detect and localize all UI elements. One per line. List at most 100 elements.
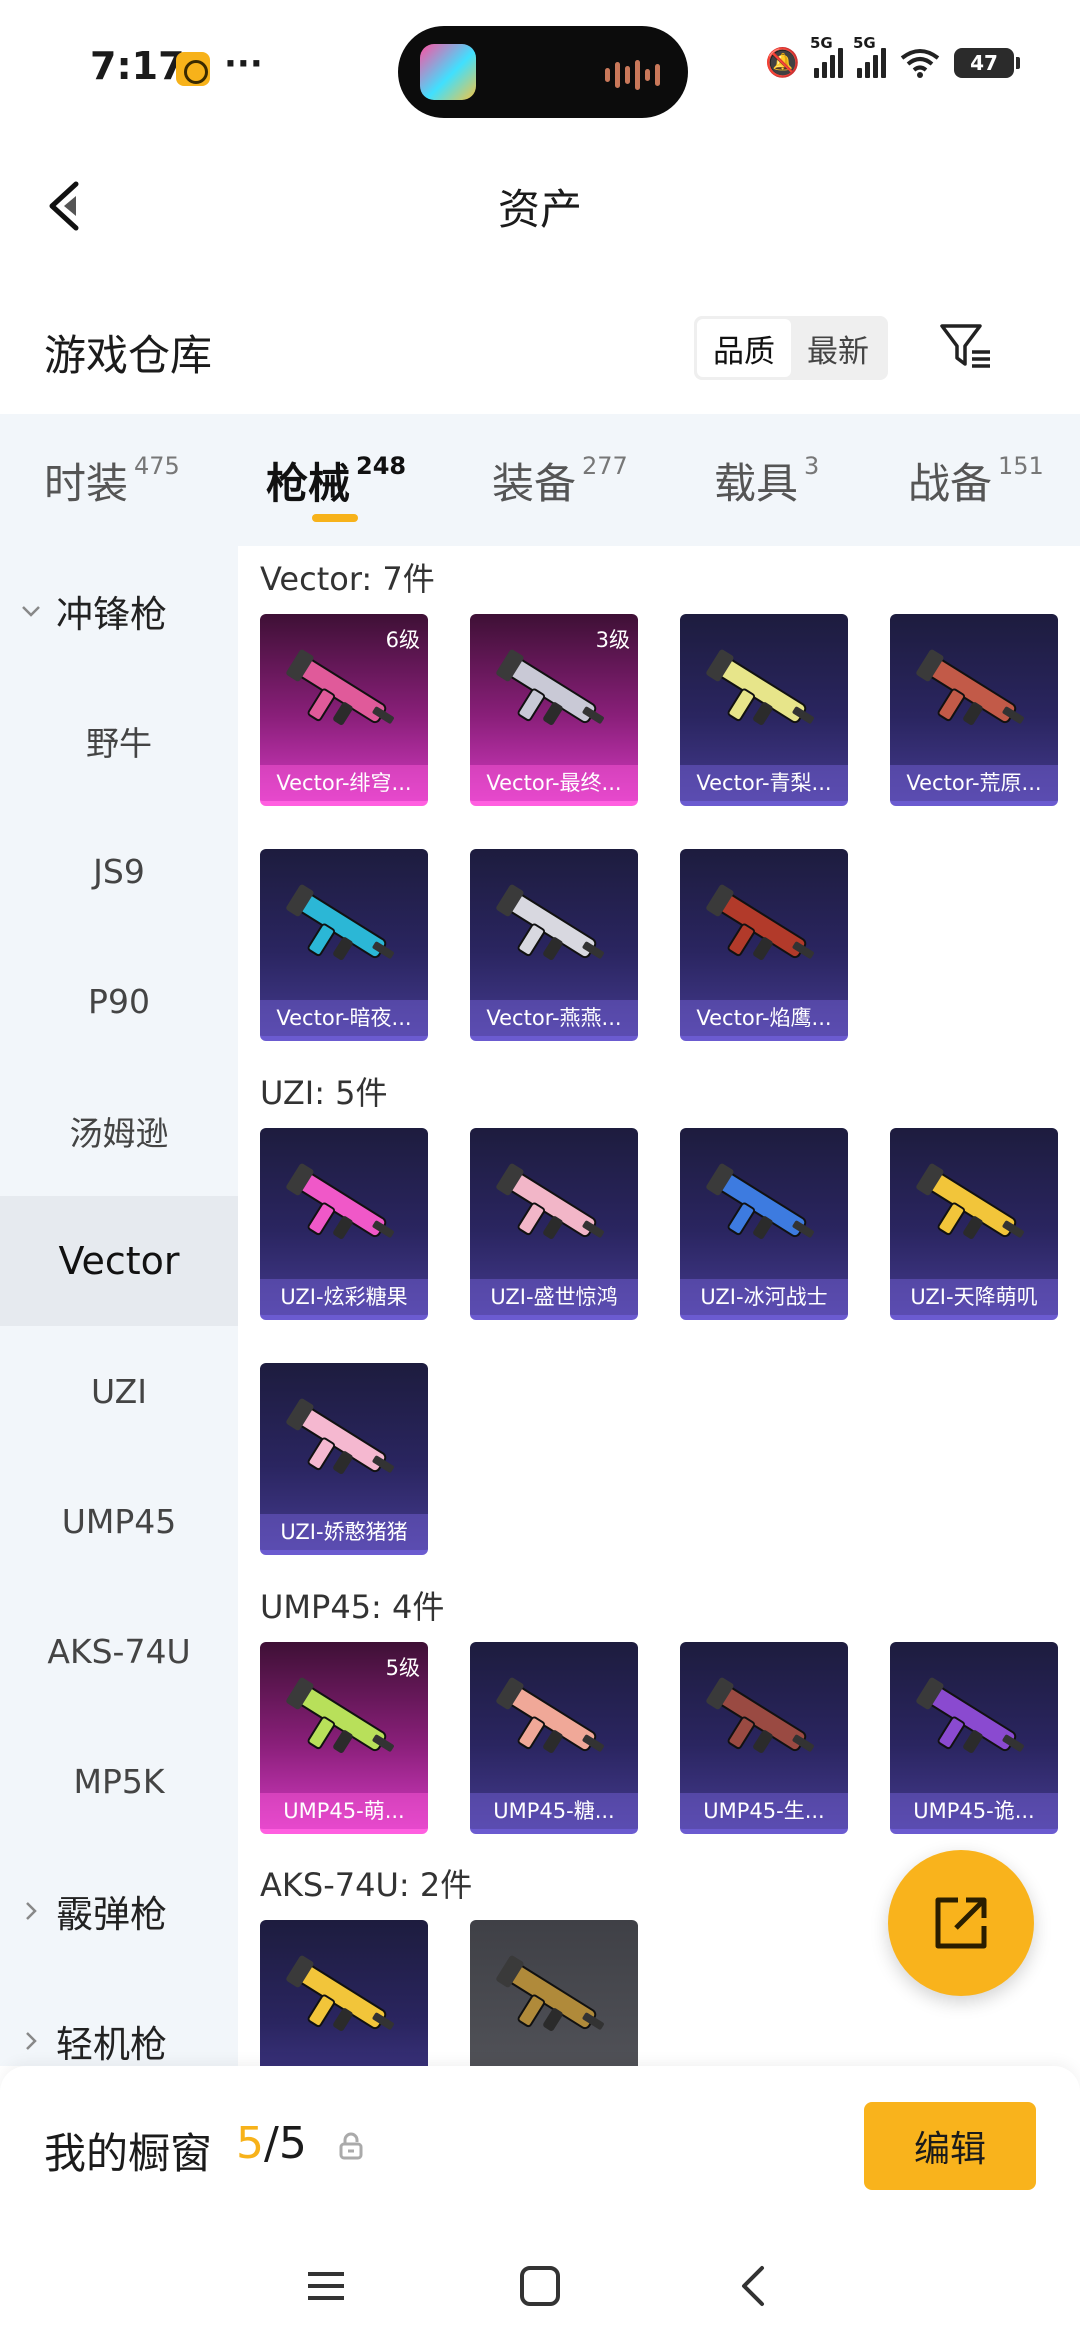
weapon-card[interactable]: 3级 Vector-最终... (470, 614, 638, 806)
gun-skin-icon (916, 1677, 1024, 1753)
system-nav-bar (0, 2226, 1080, 2347)
weapon-card[interactable]: UZI-盛世惊鸿 (470, 1128, 638, 1320)
sidebar-item-vector[interactable]: Vector (0, 1196, 238, 1326)
warehouse-header: 游戏仓库 品质 最新 (0, 310, 1080, 414)
tab-fashion[interactable]: 时装 475 (44, 450, 180, 511)
active-tab-indicator (312, 514, 358, 522)
sidebar-item-thompson[interactable]: 汤姆逊 (0, 1066, 238, 1196)
status-bar: 7:17 ··· 🔕 5G 5G 47 (0, 0, 1080, 140)
sidebar-item-js9[interactable]: JS9 (0, 806, 238, 936)
skin-level-badge: 3级 (595, 628, 630, 652)
gun-skin-icon (496, 1677, 604, 1753)
section-title-aks74u: AKS-74U: 2件 (260, 1866, 473, 1904)
menu-icon[interactable] (296, 2256, 356, 2316)
sort-toggle: 品质 最新 (694, 316, 888, 380)
weapon-card[interactable]: UMP45-生... (680, 1642, 848, 1834)
skin-name: UMP45-糖... (470, 1793, 638, 1829)
media-artwork-icon (420, 44, 476, 100)
gun-skin-icon (286, 649, 394, 725)
gun-skin-icon (286, 1955, 394, 2031)
weapon-card[interactable]: UZI-炫彩糖果 (260, 1128, 428, 1320)
skin-name: UMP45-萌... (260, 1793, 428, 1829)
weapon-grid: Vector: 7件 UZI: 5件 UMP45: 4件 AKS-74U: 2件… (238, 546, 1080, 2066)
sidebar-item-mp5k[interactable]: MP5K (0, 1716, 238, 1846)
gun-skin-icon (496, 649, 604, 725)
weapon-card[interactable]: Vector-青梨... (680, 614, 848, 806)
sort-option-latest[interactable]: 最新 (791, 319, 885, 377)
gun-skin-icon (286, 884, 394, 960)
gun-skin-icon (496, 884, 604, 960)
filter-icon[interactable] (938, 318, 994, 374)
signal-icon: 5G (810, 34, 843, 78)
skin-name: Vector-荒原... (890, 765, 1058, 801)
back-icon[interactable] (724, 2256, 784, 2316)
skin-name: Vector-燕燕... (470, 1000, 638, 1036)
tab-equipment[interactable]: 装备 277 (492, 450, 628, 511)
lock-icon (339, 2132, 363, 2160)
skin-name: Vector-最终... (470, 765, 638, 801)
audio-wave-icon (605, 60, 660, 90)
tab-vehicles[interactable]: 载具 3 (714, 450, 819, 511)
gun-skin-icon (286, 1163, 394, 1239)
mute-bell-icon: 🔕 (765, 46, 800, 79)
sidebar-group-smg[interactable]: 冲锋枪 (0, 546, 238, 676)
weapon-card[interactable]: 6级 Vector-绯穹... (260, 614, 428, 806)
notification-app-icon (176, 52, 210, 86)
weapon-card[interactable]: Vector-焰鹰... (680, 849, 848, 1041)
wifi-icon (900, 48, 940, 78)
weapon-card[interactable]: Vector-燕燕... (470, 849, 638, 1041)
gun-skin-icon (706, 1677, 814, 1753)
sidebar-item-p90[interactable]: P90 (0, 936, 238, 1066)
skin-name: Vector-暗夜... (260, 1000, 428, 1036)
external-link-icon (935, 1897, 987, 1949)
skin-level-badge: 6级 (385, 628, 420, 652)
tab-firearms[interactable]: 枪械 248 (266, 450, 406, 511)
status-time: 7:17 (90, 44, 185, 88)
skin-name: UZI-冰河战士 (680, 1279, 848, 1315)
showcase-label: 我的橱窗 (44, 2129, 213, 2178)
showcase-count: 5/5 (236, 2118, 307, 2169)
gun-skin-icon (706, 1163, 814, 1239)
weapon-card[interactable]: 5级 UMP45-萌... (260, 1642, 428, 1834)
skin-name: Vector-焰鹰... (680, 1000, 848, 1036)
weapon-card[interactable]: UMP45-糖... (470, 1642, 638, 1834)
skin-level-badge: 5级 (385, 1656, 420, 1680)
weapon-card[interactable]: UZI-天降萌叽 (890, 1128, 1058, 1320)
page-title: 资产 (497, 185, 582, 234)
home-icon[interactable] (510, 2256, 570, 2316)
gun-skin-icon (496, 1955, 604, 2031)
skin-name: UZI-娇憨猪猪 (260, 1514, 428, 1550)
sidebar-item-aks74u[interactable]: AKS-74U (0, 1586, 238, 1716)
status-icons: 🔕 5G 5G 47 (765, 34, 1020, 79)
gun-skin-icon (286, 1398, 394, 1474)
sidebar-item-bizon[interactable]: 野牛 (0, 676, 238, 806)
gun-skin-icon (496, 1163, 604, 1239)
weapon-card[interactable]: UZI-冰河战士 (680, 1128, 848, 1320)
gun-skin-icon (916, 1163, 1024, 1239)
weapon-card[interactable]: Vector-荒原... (890, 614, 1058, 806)
weapon-card[interactable]: AKS-74U-... (260, 1920, 428, 2066)
skin-name: Vector-绯穹... (260, 765, 428, 801)
gun-skin-icon (286, 1677, 394, 1753)
chevron-down-icon (22, 606, 40, 617)
edit-button[interactable]: 编辑 (864, 2102, 1036, 2190)
warehouse-title: 游戏仓库 (44, 331, 213, 380)
share-fab-button[interactable] (888, 1850, 1034, 1996)
sidebar-item-uzi[interactable]: UZI (0, 1326, 238, 1456)
skin-name: Vector-青梨... (680, 765, 848, 801)
sort-option-quality[interactable]: 品质 (697, 319, 791, 377)
weapon-card[interactable]: Vector-暗夜... (260, 849, 428, 1041)
tab-supplies[interactable]: 战备 151 (908, 450, 1044, 511)
weapon-card[interactable]: AKS-74U-... (470, 1920, 638, 2066)
weapon-card[interactable]: UZI-娇憨猪猪 (260, 1363, 428, 1555)
skin-name: UZI-炫彩糖果 (260, 1279, 428, 1315)
weapon-type-sidebar: 冲锋枪 野牛 JS9 P90 汤姆逊 Vector UZI UMP45 AKS-… (0, 546, 238, 2066)
skin-name: UZI-天降萌叽 (890, 1279, 1058, 1315)
dynamic-island[interactable] (398, 26, 688, 118)
sidebar-group-shotgun[interactable]: 霰弹枪 (0, 1846, 238, 1976)
weapon-card[interactable]: UMP45-诡... (890, 1642, 1058, 1834)
gun-skin-icon (916, 649, 1024, 725)
gun-skin-icon (706, 884, 814, 960)
gun-skin-icon (706, 649, 814, 725)
sidebar-item-ump45[interactable]: UMP45 (0, 1456, 238, 1586)
